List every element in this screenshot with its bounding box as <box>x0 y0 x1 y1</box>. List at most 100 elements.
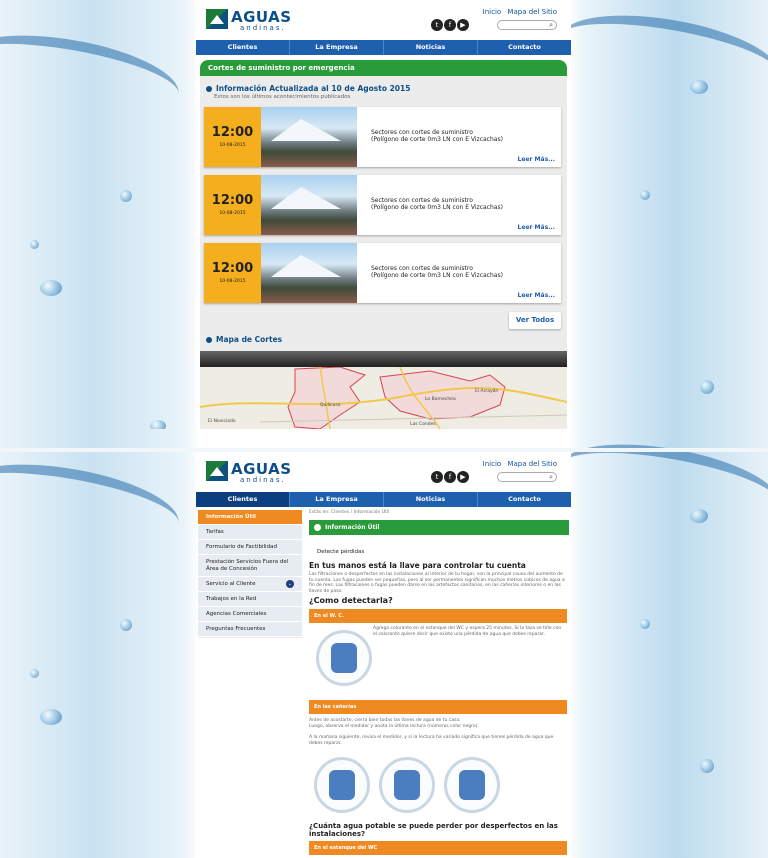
pipes-bar: En las cañerías <box>309 700 567 714</box>
bubble <box>690 80 708 94</box>
map-label: Lo Barnechea <box>425 397 456 402</box>
facebook-icon[interactable]: f <box>444 19 456 31</box>
pipes-text-3: A la mañana siguiente, revisa el medidor… <box>309 735 554 746</box>
home-link[interactable]: Inicio <box>483 460 502 468</box>
sitemap-link[interactable]: Mapa del Sitio <box>507 8 557 16</box>
sitemap-link[interactable]: Mapa del Sitio <box>507 460 557 468</box>
updated-subtitle: Estos son los últimos acontecimientos pu… <box>214 94 351 100</box>
wc-bar: En el W. C. <box>309 609 567 623</box>
main-nav: Clientes La Empresa Noticias Contacto <box>196 492 571 507</box>
map-label: Quilicura <box>320 403 341 408</box>
pipes-text-1: Antes de acostarte, cierra bien todas la… <box>309 718 461 723</box>
bubble <box>30 669 39 678</box>
search-icon[interactable]: ⌕ <box>549 473 553 481</box>
logo-tagline: andinas. <box>240 24 286 32</box>
search-input[interactable]: ⌕ <box>497 20 557 30</box>
outage-description: Sectores con cortes de suministro (Polígo… <box>371 129 503 143</box>
how-title: ¿Como detectarla? <box>309 596 393 605</box>
wave-decoration <box>0 21 185 129</box>
youtube-icon[interactable]: ▶ <box>457 471 469 483</box>
logo[interactable]: AGUAS andinas. <box>206 460 291 484</box>
view-all-button[interactable]: Ver Todos <box>509 312 561 329</box>
bubble <box>30 240 39 249</box>
outage-description: Sectores con cortes de suministro (Polígo… <box>371 197 503 211</box>
search-icon[interactable]: ⌕ <box>549 21 553 29</box>
bubble <box>120 190 132 202</box>
outage-time-box: 12:00 10-08-2015 <box>204 175 261 235</box>
main-nav: Clientes La Empresa Noticias Contacto <box>196 40 571 55</box>
bubble <box>150 420 166 429</box>
sidebar-item-informacion-util[interactable]: Información Útil <box>198 510 302 525</box>
detect-link[interactable]: Detecte pérdidas <box>309 549 364 555</box>
nav-contacto[interactable]: Contacto <box>478 492 571 507</box>
map-label: El Noviciado <box>208 419 236 424</box>
tank-bar: En el estanque del WC <box>309 841 567 855</box>
pipes-text-2: Luego, observa el medidor y anota la últ… <box>309 724 479 729</box>
social-links: t f ▶ <box>431 19 470 31</box>
chevron-down-icon: ⌄ <box>286 580 294 588</box>
bubble <box>120 619 132 631</box>
outage-time-box: 12:00 10-08-2015 <box>204 243 261 303</box>
sidebar-item-servicio-cliente[interactable]: Servicio al Cliente ⌄ <box>198 577 302 592</box>
logo-mark-icon <box>206 461 228 481</box>
outage-card[interactable]: 12:00 10-08-2015 Sectores con cortes de s… <box>204 175 561 235</box>
emergency-page: AGUAS andinas. Inicio Mapa del Sitio t f ▶… <box>196 0 571 429</box>
top-links: Inicio Mapa del Sitio <box>479 8 557 16</box>
breadcrumb: Estás en: Clientes / Información Útil <box>309 510 390 515</box>
social-links: t f ▶ <box>431 471 470 483</box>
sidebar-item-trabajos[interactable]: Trabajos en la Red <box>198 592 302 607</box>
wave-decoration <box>555 430 768 538</box>
sidebar-item-agencias[interactable]: Agencias Comerciales <box>198 607 302 622</box>
nav-la-empresa[interactable]: La Empresa <box>290 40 384 55</box>
map-label: El Arrayán <box>475 389 499 394</box>
bubble <box>700 380 714 394</box>
bubble <box>690 509 708 523</box>
outage-time-box: 12:00 10-08-2015 <box>204 107 261 167</box>
map-graphic <box>200 367 567 429</box>
twitter-icon[interactable]: t <box>431 471 443 483</box>
logo-tagline: andinas. <box>240 476 286 484</box>
sidebar-item-factibilidad[interactable]: Formulario de Factibilidad <box>198 540 302 555</box>
logo[interactable]: AGUAS andinas. <box>206 8 291 32</box>
toilet-illustration <box>316 630 372 686</box>
nav-noticias[interactable]: Noticias <box>384 40 478 55</box>
city-photo <box>261 175 357 235</box>
map-title: Mapa de Cortes <box>206 335 282 344</box>
wave-decoration <box>555 1 768 109</box>
nav-clientes[interactable]: Clientes <box>196 40 290 55</box>
emergency-header: Cortes de suministro por emergencia <box>200 60 567 76</box>
bubble <box>640 190 650 200</box>
nav-contacto[interactable]: Contacto <box>478 40 571 55</box>
city-photo <box>261 107 357 167</box>
outage-map[interactable]: Quilicura El Arrayán Lo Barnechea Las Co… <box>200 367 567 429</box>
bubble <box>40 280 62 296</box>
section-title: Información Útil <box>309 520 569 535</box>
nav-clientes[interactable]: Clientes <box>196 492 290 507</box>
sidebar-item-prestacion[interactable]: Prestación Servicios Fuera del Área de C… <box>198 555 302 577</box>
read-more-link[interactable]: Leer Más... <box>518 292 555 299</box>
updated-title: Información Actualizada al 10 de Agosto … <box>206 84 410 93</box>
question-title: ¿Cuánta agua potable se puede perder por… <box>309 822 558 838</box>
intro-text: Las filtraciones o desperfectos en las i… <box>309 572 565 594</box>
sidebar-item-tarifas[interactable]: Tarifas <box>198 525 302 540</box>
search-input[interactable]: ⌕ <box>497 472 557 482</box>
map-toolbar <box>200 351 567 367</box>
wc-text: Agrega colorante en el estanque del WC y… <box>373 626 562 637</box>
outage-card[interactable]: 12:00 10-08-2015 Sectores con cortes de s… <box>204 243 561 303</box>
read-more-link[interactable]: Leer Más... <box>518 224 555 231</box>
bubble <box>640 619 650 629</box>
outage-card[interactable]: 12:00 10-08-2015 Sectores con cortes de s… <box>204 107 561 167</box>
twitter-icon[interactable]: t <box>431 19 443 31</box>
sidebar-item-preguntas[interactable]: Preguntas Frecuentes <box>198 622 302 637</box>
youtube-icon[interactable]: ▶ <box>457 19 469 31</box>
sidebar: Información Útil Tarifas Formulario de F… <box>198 510 302 638</box>
facebook-icon[interactable]: f <box>444 471 456 483</box>
bubble <box>40 709 62 725</box>
home-link[interactable]: Inicio <box>483 8 502 16</box>
nav-la-empresa[interactable]: La Empresa <box>290 492 384 507</box>
nav-noticias[interactable]: Noticias <box>384 492 478 507</box>
read-more-link[interactable]: Leer Más... <box>518 156 555 163</box>
faucet-illustration <box>314 757 370 813</box>
bubble <box>700 759 714 773</box>
wave-decoration <box>0 450 185 558</box>
